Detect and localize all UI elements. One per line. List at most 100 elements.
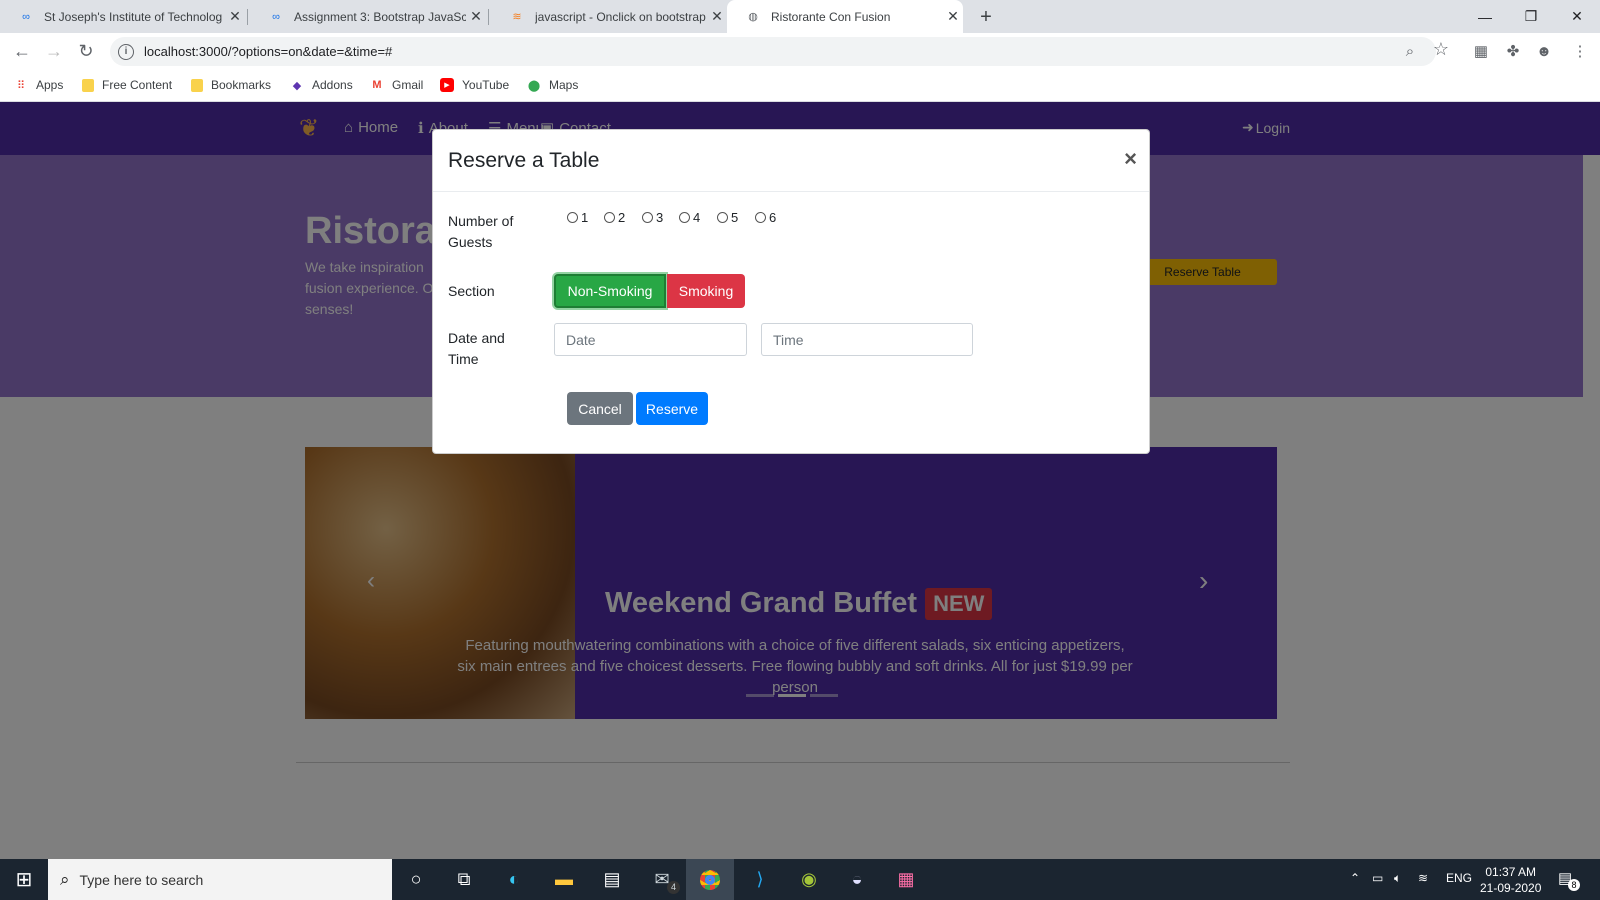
- guest-radio-5[interactable]: 5: [717, 210, 738, 225]
- radio-label: 6: [769, 210, 777, 225]
- browser-toolbar: ← → ↻ i localhost:3000/?options=on&date=…: [0, 33, 1600, 69]
- clock-time: 01:37 AM: [1485, 865, 1537, 879]
- menu-kebab-icon[interactable]: ⋮: [1570, 41, 1590, 61]
- bookmark-youtube[interactable]: ▶ YouTube: [440, 76, 509, 94]
- section-label: Section: [448, 283, 495, 299]
- clock-date: 21-09-2020: [1480, 881, 1542, 895]
- bookmark-label: Maps: [549, 78, 579, 92]
- chrome-icon[interactable]: [686, 859, 734, 900]
- guest-radio-6[interactable]: 6: [755, 210, 776, 225]
- guest-radio-1[interactable]: 1: [567, 210, 588, 225]
- minimize-icon[interactable]: —: [1462, 0, 1508, 33]
- radio-circle[interactable]: [679, 212, 690, 223]
- folder-icon: [191, 78, 203, 92]
- clock[interactable]: 01:37 AM 21-09-2020: [1480, 864, 1541, 896]
- time-input[interactable]: Time: [761, 323, 973, 356]
- radio-label: 1: [581, 210, 589, 225]
- winrar-icon[interactable]: ▦: [882, 859, 930, 900]
- file-explorer-icon[interactable]: ▬: [540, 859, 588, 900]
- bookmark-gmail[interactable]: M Gmail: [370, 76, 423, 94]
- guest-radio-2[interactable]: 2: [604, 210, 625, 225]
- stackoverflow-icon: ≋: [512, 11, 522, 23]
- restore-icon[interactable]: ❐: [1508, 0, 1554, 33]
- windows-start-icon[interactable]: ⊞: [0, 859, 48, 900]
- non-smoking-button[interactable]: Non-Smoking: [554, 274, 666, 308]
- modal-close-button[interactable]: ×: [1124, 146, 1137, 172]
- cortana-icon[interactable]: ○: [392, 859, 440, 900]
- search-icon: ⌕: [60, 869, 70, 889]
- close-tab-icon[interactable]: ✕: [707, 8, 727, 25]
- close-tab-icon[interactable]: ✕: [466, 8, 486, 25]
- bookmark-label: Apps: [36, 78, 64, 92]
- browser-tab-active[interactable]: ◍ Ristorante Con Fusion ✕: [727, 0, 963, 33]
- task-view-icon[interactable]: ⧉: [440, 859, 488, 900]
- radio-circle[interactable]: [717, 212, 728, 223]
- youtube-icon: ▶: [440, 78, 454, 92]
- battery-icon[interactable]: ▭: [1372, 871, 1383, 885]
- smoking-button[interactable]: Smoking: [667, 274, 745, 308]
- extension-grid-icon[interactable]: ▦: [1471, 41, 1491, 61]
- guest-radio-3[interactable]: 3: [642, 210, 663, 225]
- browser-tab[interactable]: ∞ St Joseph's Institute of Technolog ✕: [0, 0, 245, 33]
- reload-icon[interactable]: ↻: [74, 39, 98, 63]
- mail-icon[interactable]: ✉ 4: [638, 859, 686, 900]
- back-icon[interactable]: ←: [10, 39, 34, 63]
- radio-label: 3: [656, 210, 664, 225]
- bookmark-apps[interactable]: ⠿ Apps: [14, 76, 63, 94]
- profile-avatar-icon[interactable]: ☻: [1534, 41, 1554, 61]
- windows-taskbar: ⊞ ⌕ Type here to search ○ ⧉ ◐ ▬ ▤ ✉ 4 ⟩ ◉…: [0, 859, 1600, 900]
- tab-title: Ristorante Con Fusion: [771, 9, 891, 24]
- maps-icon: ⬤: [527, 79, 541, 92]
- info-icon[interactable]: i: [118, 43, 134, 60]
- taskbar-search-box[interactable]: ⌕ Type here to search: [48, 859, 392, 900]
- radio-label: 5: [731, 210, 739, 225]
- radio-label: 4: [693, 210, 701, 225]
- forward-icon[interactable]: →: [42, 39, 66, 63]
- bookmark-star-icon[interactable]: ☆: [1431, 39, 1451, 59]
- tab-title: javascript - Onclick on bootstrap: [535, 9, 706, 24]
- gmail-icon: M: [372, 79, 382, 91]
- bookmark-maps[interactable]: ⬤ Maps: [527, 76, 579, 94]
- radio-circle[interactable]: [642, 212, 653, 223]
- bookmark-free-content[interactable]: Free Content: [82, 76, 172, 94]
- notifications-icon[interactable]: ▤ 8: [1558, 869, 1580, 891]
- close-window-icon[interactable]: ✕: [1554, 0, 1600, 33]
- eclipse-icon[interactable]: ◒: [833, 859, 881, 900]
- coursera-icon: ∞: [22, 10, 30, 23]
- address-bar[interactable]: i localhost:3000/?options=on&date=&time=…: [110, 37, 1436, 66]
- radio-circle[interactable]: [755, 212, 766, 223]
- zoom-icon[interactable]: ⌕: [1400, 41, 1420, 61]
- radio-label: 2: [618, 210, 626, 225]
- bookmark-label: Bookmarks: [211, 78, 272, 92]
- bookmark-addons[interactable]: ◆ Addons: [290, 76, 353, 94]
- radio-circle[interactable]: [567, 212, 578, 223]
- new-tab-button[interactable]: +: [974, 5, 998, 29]
- bookmark-label: YouTube: [462, 78, 510, 92]
- date-input[interactable]: Date: [554, 323, 747, 356]
- reserve-button[interactable]: Reserve: [636, 392, 708, 425]
- language-indicator[interactable]: ENG: [1446, 871, 1472, 885]
- bookmark-bookmarks[interactable]: Bookmarks: [191, 76, 271, 94]
- volume-icon[interactable]: 🔈︎: [1394, 871, 1401, 886]
- bookmarks-bar: ⠿ Apps Free Content Bookmarks ◆ Addons M Gm…: [0, 69, 1600, 102]
- bookmark-label: Free Content: [102, 78, 173, 92]
- android-studio-icon[interactable]: ◉: [785, 859, 833, 900]
- close-tab-icon[interactable]: ✕: [943, 8, 963, 25]
- modal-header: Reserve a Table ×: [433, 130, 1149, 192]
- browser-tab[interactable]: ∞ Assignment 3: Bootstrap JavaScri ✕: [250, 0, 486, 33]
- tray-chevron-icon[interactable]: ⌃: [1350, 871, 1360, 885]
- extensions-puzzle-icon[interactable]: ✤: [1503, 41, 1523, 61]
- edge-icon[interactable]: ◐: [490, 859, 538, 900]
- radio-circle[interactable]: [604, 212, 615, 223]
- wifi-icon[interactable]: ≋: [1418, 871, 1428, 885]
- store-icon[interactable]: ▤: [588, 859, 636, 900]
- browser-tab[interactable]: ≋ javascript - Onclick on bootstrap ✕: [491, 0, 727, 33]
- close-tab-icon[interactable]: ✕: [225, 8, 245, 25]
- vscode-icon[interactable]: ⟩: [736, 859, 784, 900]
- datetime-label: Date and Time: [448, 330, 505, 367]
- tab-title: Assignment 3: Bootstrap JavaScri: [294, 9, 466, 24]
- apps-grid-icon: ⠿: [16, 79, 26, 92]
- globe-icon: ◍: [748, 11, 758, 23]
- cancel-button[interactable]: Cancel: [567, 392, 633, 425]
- guest-radio-4[interactable]: 4: [679, 210, 700, 225]
